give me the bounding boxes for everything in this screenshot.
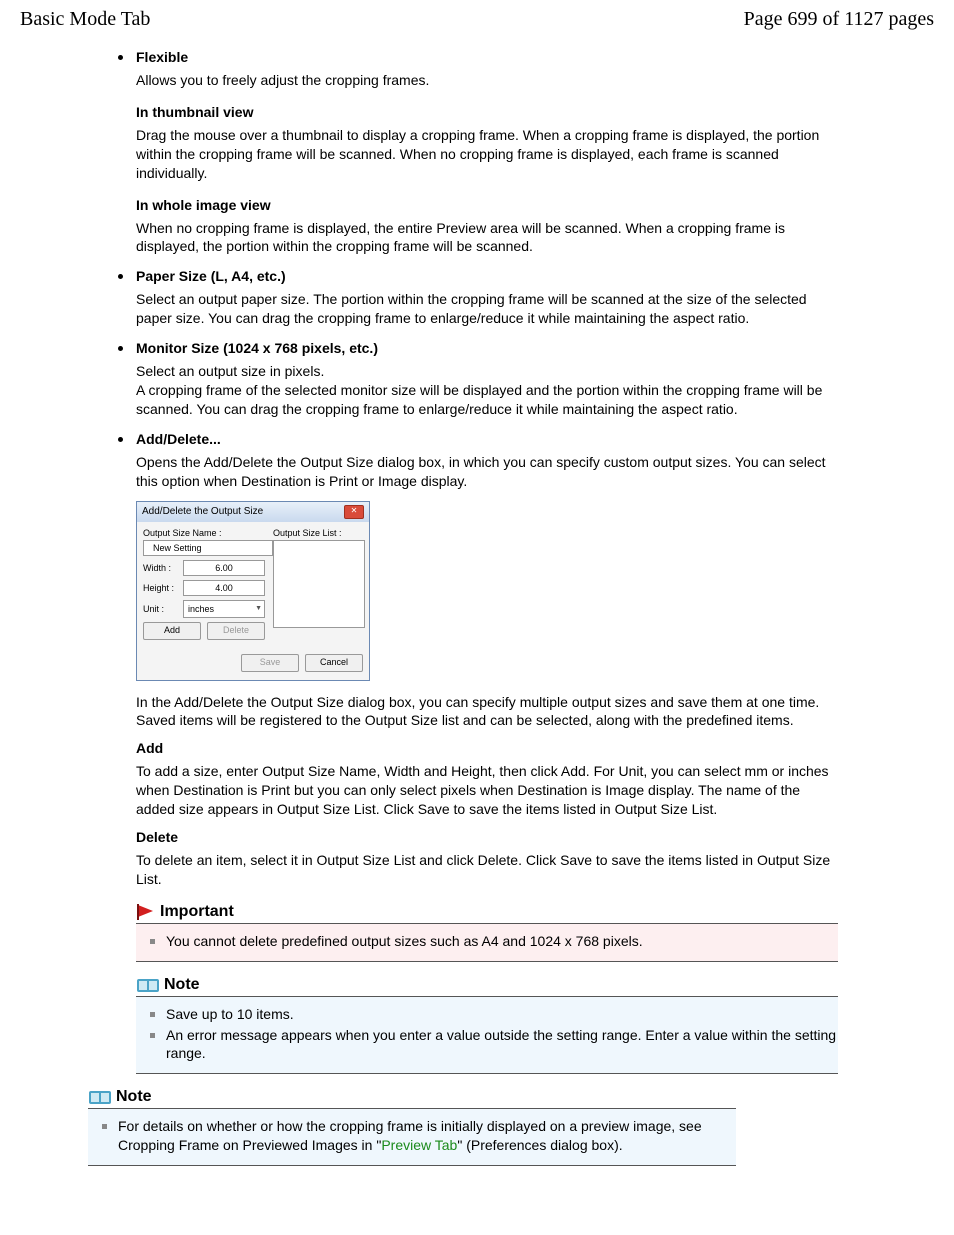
monitor-body2: A cropping frame of the selected monitor… — [136, 381, 838, 419]
output-size-listbox[interactable] — [273, 540, 365, 628]
dialog-save-button[interactable]: Save — [241, 654, 299, 672]
after-dialog-text: In the Add/Delete the Output Size dialog… — [136, 693, 838, 731]
page-header: Basic Mode Tab Page 699 of 1127 pages — [20, 8, 934, 31]
width-label: Width : — [143, 563, 179, 573]
note1-item1: Save up to 10 items. — [136, 1005, 838, 1024]
monitor-title: Monitor Size (1024 x 768 pixels, etc.) — [136, 340, 838, 356]
note2-item: For details on whether or how the croppi… — [88, 1117, 736, 1155]
page-number: Page 699 of 1127 pages — [744, 8, 934, 31]
list-label: Output Size List : — [273, 528, 363, 538]
whole-view-body: When no cropping frame is displayed, the… — [136, 219, 838, 257]
add-body: To add a size, enter Output Size Name, W… — [136, 762, 838, 819]
dialog-title-text: Add/Delete the Output Size — [142, 506, 263, 517]
note2-post: " (Preferences dialog box). — [457, 1137, 622, 1153]
flag-icon — [136, 903, 156, 921]
chevron-down-icon: ▼ — [255, 605, 262, 612]
note-callout-1: Note Save up to 10 items. An error messa… — [136, 976, 838, 1075]
delete-head: Delete — [136, 829, 838, 845]
important-callout: Important You cannot delete predefined o… — [136, 903, 838, 962]
dialog-titlebar: Add/Delete the Output Size ✕ — [137, 502, 369, 522]
height-input[interactable]: 4.00 — [183, 580, 265, 596]
important-title: Important — [160, 903, 234, 921]
name-input[interactable]: New Setting — [143, 540, 273, 556]
note1-title: Note — [164, 976, 200, 994]
dialog-close-button[interactable]: ✕ — [344, 505, 364, 519]
dialog-cancel-button[interactable]: Cancel — [305, 654, 363, 672]
name-label: Output Size Name : — [143, 528, 265, 538]
height-label: Height : — [143, 583, 179, 593]
add-head: Add — [136, 740, 838, 756]
book-icon — [136, 976, 160, 994]
monitor-body1: Select an output size in pixels. — [136, 362, 838, 381]
book-icon — [88, 1088, 112, 1106]
important-item: You cannot delete predefined output size… — [136, 932, 838, 951]
note1-item2: An error message appears when you enter … — [136, 1026, 838, 1064]
unit-select[interactable]: inches ▼ — [183, 600, 265, 618]
paper-body: Select an output paper size. The portion… — [136, 290, 838, 328]
whole-view-head: In whole image view — [136, 197, 838, 213]
width-input[interactable]: 6.00 — [183, 560, 265, 576]
item-flexible: Flexible Allows you to freely adjust the… — [118, 49, 838, 256]
output-size-dialog: Add/Delete the Output Size ✕ Output Size… — [136, 501, 370, 681]
note2-title: Note — [116, 1088, 152, 1106]
item-paper-size: Paper Size (L, A4, etc.) Select an outpu… — [118, 268, 838, 328]
item-add-delete: Add/Delete... Opens the Add/Delete the O… — [118, 431, 838, 1075]
delete-body: To delete an item, select it in Output S… — [136, 851, 838, 889]
unit-label: Unit : — [143, 604, 179, 614]
item-monitor-size: Monitor Size (1024 x 768 pixels, etc.) S… — [118, 340, 838, 419]
unit-value: inches — [188, 604, 214, 614]
flexible-title: Flexible — [136, 49, 838, 65]
preview-tab-link[interactable]: Preview Tab — [381, 1137, 457, 1153]
page-title: Basic Mode Tab — [20, 8, 150, 31]
note-callout-2: Note For details on whether or how the c… — [88, 1088, 736, 1166]
paper-title: Paper Size (L, A4, etc.) — [136, 268, 838, 284]
thumb-view-body: Drag the mouse over a thumbnail to displ… — [136, 126, 838, 183]
flexible-desc: Allows you to freely adjust the cropping… — [136, 71, 838, 90]
dialog-add-button[interactable]: Add — [143, 622, 201, 640]
adddelete-intro: Opens the Add/Delete the Output Size dia… — [136, 453, 838, 491]
dialog-delete-button[interactable]: Delete — [207, 622, 265, 640]
adddelete-title: Add/Delete... — [136, 431, 838, 447]
thumb-view-head: In thumbnail view — [136, 104, 838, 120]
